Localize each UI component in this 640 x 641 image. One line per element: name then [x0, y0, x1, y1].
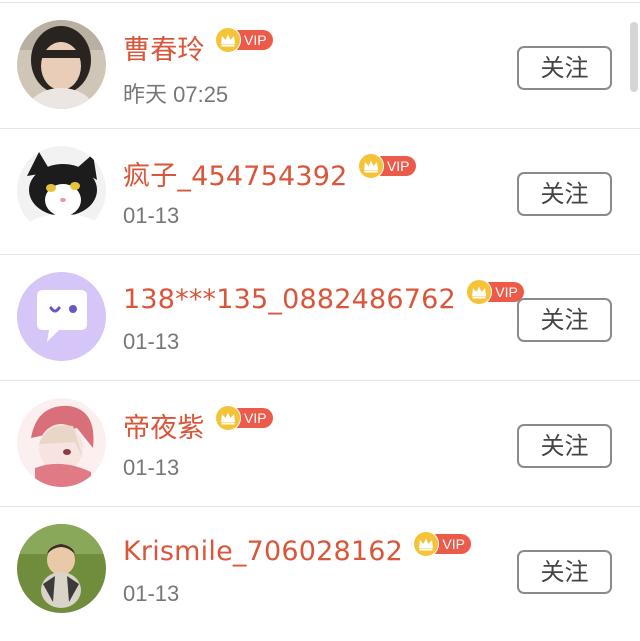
purple-chat-bubble-avatar [17, 272, 106, 361]
photo-woman-avatar [17, 20, 106, 109]
baby-photo-avatar [17, 524, 106, 613]
timestamp: 01-13 [123, 203, 180, 228]
list-item[interactable]: 138***135_0882486762 VIP 01-13 关注 [0, 254, 640, 380]
crown-icon [214, 27, 241, 53]
list-item[interactable]: 疯子_454754392 VIP 01-13 关注 [0, 128, 640, 254]
timestamp: 01-13 [123, 455, 180, 480]
user-name[interactable]: 疯子_454754392 [123, 154, 348, 193]
list-item[interactable]: 曹春玲 VIP 昨天 07:25 关注 [0, 2, 640, 128]
anime-girl-avatar [17, 398, 106, 487]
vip-badge: VIP [357, 153, 418, 179]
user-name[interactable]: Krismile_706028162 [123, 536, 403, 567]
timestamp: 01-13 [123, 329, 180, 354]
user-name[interactable]: 帝夜紫 [123, 406, 205, 445]
user-name[interactable]: 138***135_0882486762 [123, 284, 456, 315]
name-line: Krismile_706028162 VIP [123, 529, 473, 573]
follow-button[interactable]: 关注 [517, 550, 612, 594]
timestamp: 昨天 07:25 [123, 82, 229, 107]
vip-badge: VIP [214, 27, 275, 53]
black-white-cat-avatar [17, 146, 106, 235]
crown-icon [357, 153, 384, 179]
avatar[interactable] [17, 398, 106, 487]
name-line: 138***135_0882486762 VIP [123, 277, 526, 321]
follow-button[interactable]: 关注 [517, 172, 612, 216]
vip-badge: VIP [214, 405, 275, 431]
name-line: 帝夜紫 VIP [123, 403, 275, 447]
crown-icon [413, 531, 439, 557]
user-name[interactable]: 曹春玲 [123, 28, 205, 67]
name-line: 曹春玲 VIP [123, 25, 275, 69]
crown-icon [214, 405, 241, 431]
avatar[interactable] [17, 20, 106, 109]
follow-button[interactable]: 关注 [517, 46, 612, 90]
scrollbar[interactable] [630, 22, 638, 92]
list-item[interactable]: Krismile_706028162 VIP 01-13 关注 [0, 506, 640, 632]
name-line: 疯子_454754392 VIP [123, 151, 418, 195]
avatar[interactable] [17, 524, 106, 613]
list-item[interactable]: 帝夜紫 VIP 01-13 关注 [0, 380, 640, 506]
timestamp: 01-13 [123, 581, 180, 606]
avatar[interactable] [17, 146, 106, 235]
follow-button[interactable]: 关注 [517, 424, 612, 468]
follow-list: 曹春玲 VIP 昨天 07:25 关注 疯子_454754392 VIP 01-… [0, 0, 640, 641]
follow-button[interactable]: 关注 [517, 298, 612, 342]
vip-badge: VIP [413, 531, 473, 557]
avatar[interactable] [17, 272, 106, 361]
crown-icon [465, 279, 492, 305]
